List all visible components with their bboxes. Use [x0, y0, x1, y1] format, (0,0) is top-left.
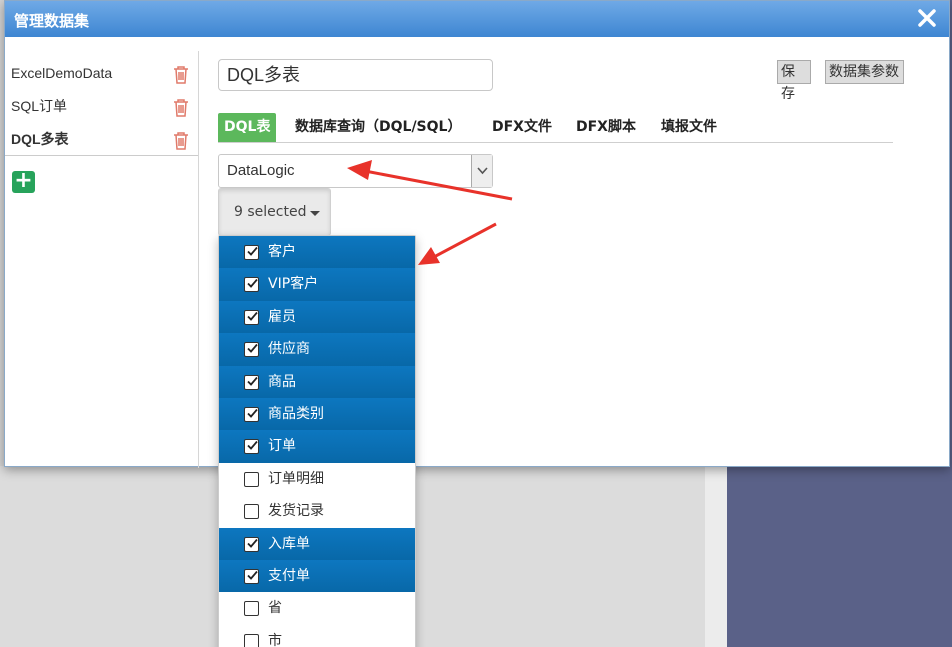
multiselect-option[interactable]: 客户 [219, 236, 415, 269]
multiselect-option-label: 市 [268, 632, 282, 647]
dataset-item-label: DQL多表 [11, 131, 69, 147]
check-icon [247, 246, 258, 256]
multiselect-option-label: 雇员 [268, 308, 296, 325]
caret-down-icon [310, 211, 321, 216]
trash-icon[interactable] [172, 98, 190, 117]
check-icon [247, 441, 258, 451]
checkbox-checked[interactable] [244, 374, 259, 390]
multiselect-option[interactable]: VIP客户 [219, 268, 415, 301]
dataset-item-active[interactable]: DQL多表 [5, 123, 198, 156]
multiselect-count: 9 selected [234, 204, 307, 220]
dataset-params-button[interactable]: 数据集参数 [825, 60, 904, 84]
add-dataset-button[interactable]: + [12, 168, 35, 193]
check-icon [247, 344, 258, 353]
dataset-name-input[interactable]: DQL多表 [218, 59, 493, 91]
multiselect-option[interactable]: 发货记录 [219, 495, 415, 527]
data-source-select[interactable]: DataLogic [218, 154, 493, 188]
data-source-value: DataLogic [227, 162, 295, 179]
check-icon [247, 408, 258, 418]
trash-icon[interactable] [172, 131, 190, 150]
multiselect-option[interactable]: 商品 [219, 365, 415, 398]
checkbox-checked[interactable] [244, 439, 259, 455]
multiselect-option-label: 供应商 [268, 341, 310, 358]
multiselect-option-label: 省 [268, 600, 282, 617]
multiselect-option-label: 支付单 [268, 567, 310, 584]
multiselect-option[interactable]: 订单 [219, 430, 415, 463]
chevron-down-icon [477, 167, 488, 175]
checkbox-unchecked[interactable] [244, 471, 259, 487]
multiselect-option-label: 客户 [268, 244, 296, 260]
check-icon [247, 311, 258, 321]
trash-icon[interactable] [172, 65, 190, 84]
checkbox-checked[interactable] [244, 342, 259, 358]
checkbox-checked[interactable] [244, 245, 259, 260]
checkbox-checked[interactable] [244, 277, 259, 293]
tab-dfx-script[interactable]: DFX脚本 [576, 113, 636, 142]
checkbox-checked[interactable] [244, 406, 259, 422]
tab-dql-table[interactable]: DQL表 [218, 113, 277, 142]
save-button[interactable]: 保存 [777, 60, 811, 102]
table-multiselect-dropdown: 客户 VIP客户雇员供应商商品商品类别订单订单明细发货记录入库单支付单省市 [218, 235, 416, 647]
dialog-title: 管理数据集 [14, 12, 90, 30]
multiselect-option[interactable]: 供应商 [219, 333, 415, 366]
multiselect-option[interactable]: 市 [219, 625, 415, 647]
multiselect-option[interactable]: 入库单 [219, 527, 415, 560]
checkbox-unchecked[interactable] [244, 504, 259, 520]
checkbox-checked[interactable] [244, 309, 259, 325]
multiselect-option[interactable]: 商品类别 [219, 397, 415, 431]
select-arrow[interactable] [471, 155, 492, 187]
dataset-item[interactable]: ExcelDemoData [5, 57, 198, 90]
check-icon [247, 376, 258, 386]
multiselect-option-label: VIP客户 [268, 276, 319, 293]
multiselect-option[interactable]: 省 [219, 592, 415, 624]
multiselect-option-label: 商品 [268, 373, 296, 390]
source-type-tabs: DQL表 数据库查询（DQL/SQL） DFX文件 DFX脚本 填报文件 [218, 113, 893, 143]
manage-datasets-dialog: 管理数据集 ExcelDemoData SQL订单 DQL多表 + DQL多表 … [4, 0, 950, 468]
tab-dfx-file[interactable]: DFX文件 [492, 113, 552, 142]
tab-database-query[interactable]: 数据库查询（DQL/SQL） [295, 113, 461, 142]
dataset-item-label: SQL订单 [11, 98, 68, 114]
checkbox-unchecked[interactable] [244, 601, 259, 617]
multiselect-option-label: 商品类别 [268, 405, 324, 422]
multiselect-option-label: 入库单 [268, 535, 310, 552]
checkbox-unchecked[interactable] [244, 633, 259, 647]
panel-divider [198, 51, 199, 468]
dataset-list: ExcelDemoData SQL订单 DQL多表 [5, 57, 198, 156]
multiselect-option-label: 订单 [268, 438, 296, 455]
dataset-item[interactable]: SQL订单 [5, 90, 198, 123]
check-icon [247, 570, 258, 580]
check-icon [247, 538, 258, 548]
dialog-titlebar: 管理数据集 [5, 1, 949, 37]
check-icon [247, 279, 258, 289]
multiselect-option-label: 发货记录 [268, 503, 324, 520]
multiselect-option[interactable]: 支付单 [219, 559, 415, 593]
multiselect-option[interactable]: 雇员 [219, 300, 415, 334]
multiselect-option[interactable]: 订单明细 [219, 463, 415, 495]
checkbox-checked[interactable] [244, 568, 259, 584]
checkbox-checked[interactable] [244, 536, 259, 552]
close-icon[interactable] [915, 6, 939, 30]
plus-icon: + [14, 168, 33, 193]
tab-fill-report-file[interactable]: 填报文件 [661, 113, 717, 142]
multiselect-option-label: 订单明细 [268, 470, 324, 487]
dataset-item-label: ExcelDemoData [11, 65, 113, 81]
table-multiselect-button[interactable]: 9 selected [218, 188, 331, 236]
